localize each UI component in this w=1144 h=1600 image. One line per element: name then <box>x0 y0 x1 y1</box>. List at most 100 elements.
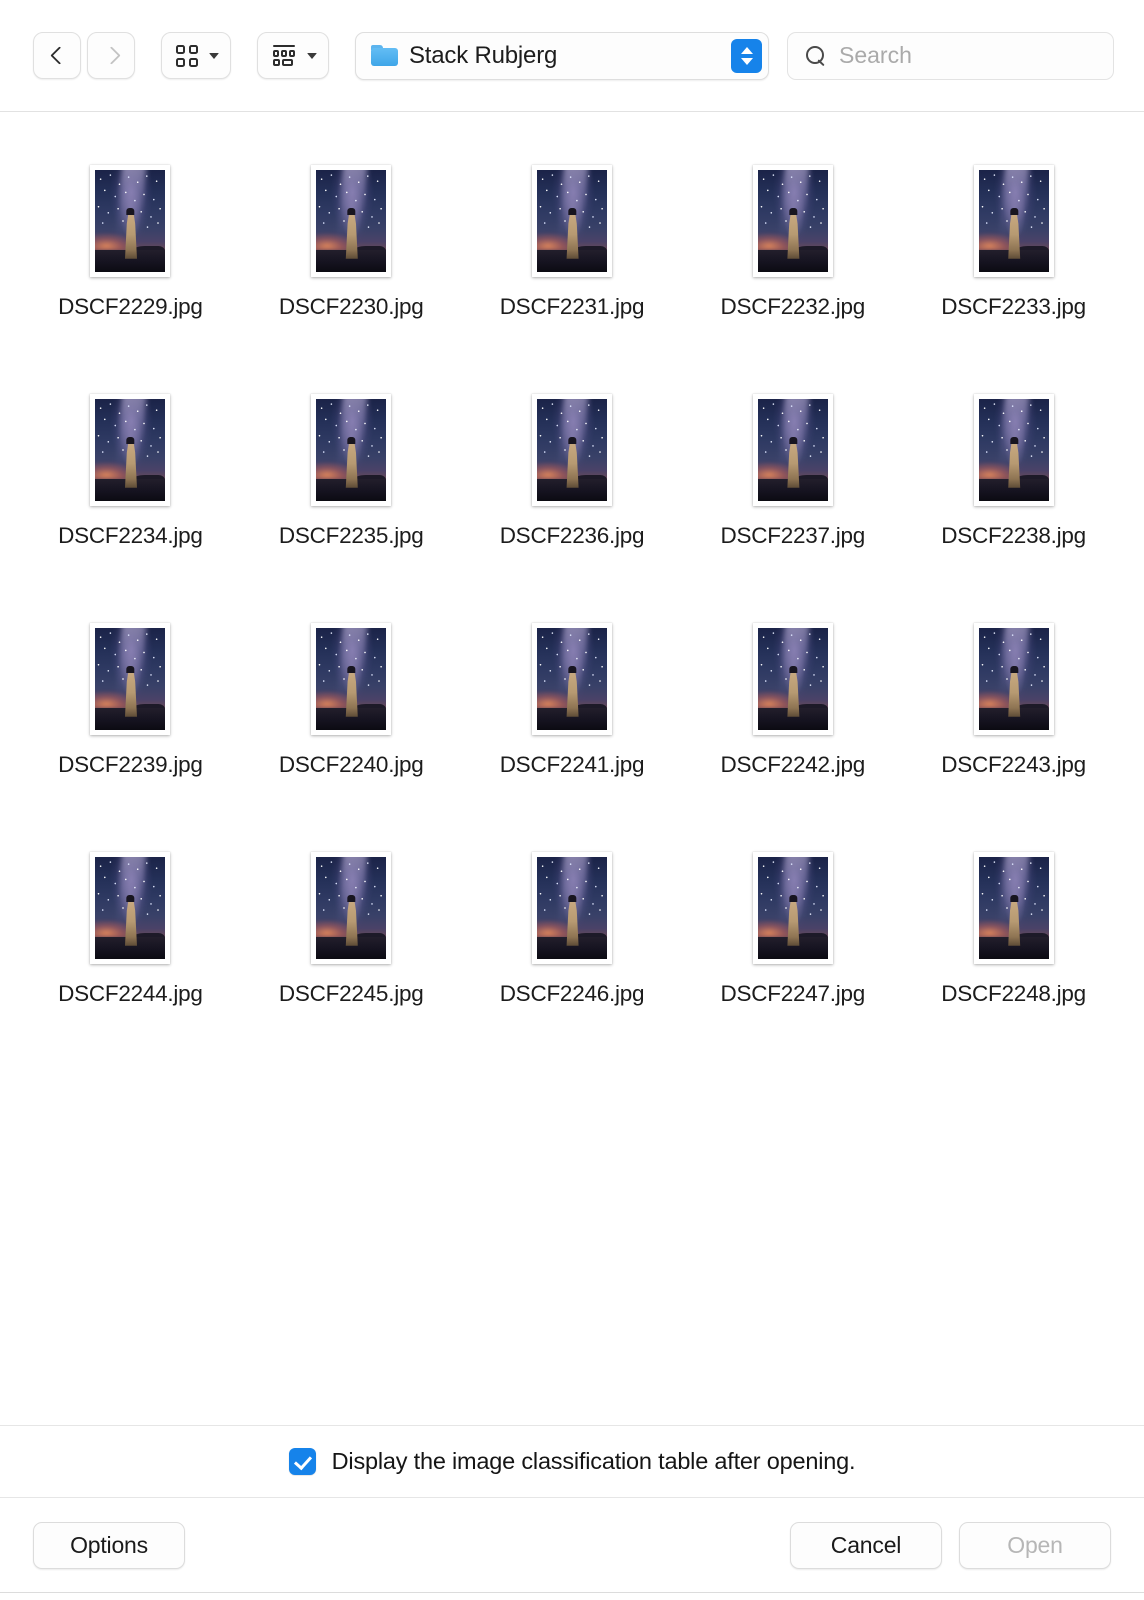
thumbnail-wrap <box>90 608 171 735</box>
file-item[interactable]: DSCF2232.jpg <box>682 150 903 379</box>
back-button[interactable] <box>33 32 81 79</box>
photo-frame <box>311 852 392 964</box>
file-item[interactable]: DSCF2248.jpg <box>903 837 1124 1066</box>
grid-view-icon <box>176 44 198 67</box>
thumbnail-wrap <box>752 150 833 277</box>
accessory-row: Display the image classification table a… <box>0 1425 1144 1497</box>
photo-frame <box>752 852 833 964</box>
milky-way-photo-thumbnail <box>95 857 166 959</box>
search-input[interactable] <box>839 42 1099 69</box>
file-name-label: DSCF2240.jpg <box>278 752 424 777</box>
file-item[interactable]: DSCF2245.jpg <box>241 837 462 1066</box>
milky-way-photo-thumbnail <box>536 399 607 501</box>
file-item[interactable]: DSCF2241.jpg <box>462 608 683 837</box>
file-item[interactable]: DSCF2237.jpg <box>682 379 903 608</box>
file-item[interactable]: DSCF2244.jpg <box>20 837 241 1066</box>
thumbnail-wrap <box>973 150 1054 277</box>
file-item[interactable]: DSCF2233.jpg <box>903 150 1124 379</box>
thumbnail-wrap <box>311 379 392 506</box>
file-name-label: DSCF2235.jpg <box>278 523 424 548</box>
thumbnail-wrap <box>531 379 612 506</box>
file-item[interactable]: DSCF2235.jpg <box>241 379 462 608</box>
photo-frame <box>973 165 1054 277</box>
thumbnail-wrap <box>752 837 833 964</box>
photo-frame <box>973 852 1054 964</box>
file-name-label: DSCF2244.jpg <box>58 981 203 1006</box>
file-open-dialog: Stack Rubjerg DSCF2229.jpgDSCF2230.jpgDS… <box>0 0 1144 1600</box>
group-by-button[interactable] <box>257 32 329 79</box>
file-item[interactable]: DSCF2242.jpg <box>682 608 903 837</box>
photo-frame <box>973 394 1054 506</box>
file-item[interactable]: DSCF2243.jpg <box>903 608 1124 837</box>
options-button[interactable]: Options <box>33 1521 185 1569</box>
file-item[interactable]: DSCF2240.jpg <box>241 608 462 837</box>
file-item[interactable]: DSCF2231.jpg <box>462 150 683 379</box>
dialog-bottom-edge <box>0 1592 1144 1600</box>
file-item[interactable]: DSCF2234.jpg <box>20 379 241 608</box>
cancel-button[interactable]: Cancel <box>790 1521 942 1569</box>
milky-way-photo-thumbnail <box>536 170 607 272</box>
milky-way-photo-thumbnail <box>757 628 828 730</box>
photo-frame <box>531 165 612 277</box>
file-item[interactable]: DSCF2230.jpg <box>241 150 462 379</box>
thumbnail-wrap <box>311 837 392 964</box>
milky-way-photo-thumbnail <box>95 399 166 501</box>
checkbox-label: Display the image classification table a… <box>331 1448 856 1474</box>
file-item[interactable]: DSCF2236.jpg <box>462 379 683 608</box>
file-item[interactable]: DSCF2238.jpg <box>903 379 1124 608</box>
thumbnail-wrap <box>752 379 833 506</box>
file-item[interactable]: DSCF2239.jpg <box>20 608 241 837</box>
milky-way-photo-thumbnail <box>757 857 828 959</box>
photo-frame <box>531 623 612 735</box>
open-button[interactable]: Open <box>959 1521 1111 1569</box>
file-name-label: DSCF2245.jpg <box>278 981 424 1006</box>
search-icon <box>806 45 826 66</box>
file-name-label: DSCF2241.jpg <box>499 752 645 777</box>
path-popup-button[interactable]: Stack Rubjerg <box>355 31 769 80</box>
photo-frame <box>531 852 612 964</box>
thumbnail-wrap <box>752 608 833 735</box>
file-name-label: DSCF2232.jpg <box>720 294 866 319</box>
thumbnail-wrap <box>973 837 1054 964</box>
file-name-label: DSCF2233.jpg <box>941 294 1086 319</box>
thumbnail-wrap <box>531 837 612 964</box>
forward-button[interactable] <box>87 32 135 79</box>
file-item[interactable]: DSCF2229.jpg <box>20 150 241 379</box>
chevron-down-icon <box>209 53 219 59</box>
milky-way-photo-thumbnail <box>536 628 607 730</box>
file-item[interactable]: DSCF2246.jpg <box>462 837 683 1066</box>
file-grid: DSCF2229.jpg DSCF2230.jpg DSCF2231.jpg DSCF… <box>20 150 1124 1066</box>
file-name-label: DSCF2246.jpg <box>499 981 645 1006</box>
file-name-label: DSCF2236.jpg <box>499 523 645 548</box>
file-browser-area[interactable]: DSCF2229.jpg DSCF2230.jpg DSCF2231.jpg DSCF… <box>0 112 1144 1425</box>
file-name-label: DSCF2248.jpg <box>941 981 1086 1006</box>
view-mode-button[interactable] <box>161 32 231 79</box>
milky-way-photo-thumbnail <box>316 170 387 272</box>
thumbnail-wrap <box>90 837 171 964</box>
photo-frame <box>531 394 612 506</box>
file-name-label: DSCF2247.jpg <box>720 981 866 1006</box>
search-field[interactable] <box>787 31 1114 80</box>
file-name-label: DSCF2243.jpg <box>941 752 1086 777</box>
milky-way-photo-thumbnail <box>757 399 828 501</box>
photo-frame <box>90 852 171 964</box>
milky-way-photo-thumbnail <box>95 170 166 272</box>
thumbnail-wrap <box>531 150 612 277</box>
checkbox-checked-icon[interactable] <box>288 1448 316 1475</box>
photo-frame <box>311 394 392 506</box>
file-name-label: DSCF2242.jpg <box>720 752 866 777</box>
photo-frame <box>90 165 171 277</box>
file-name-label: DSCF2234.jpg <box>58 523 203 548</box>
file-item[interactable]: DSCF2247.jpg <box>682 837 903 1066</box>
photo-frame <box>752 165 833 277</box>
display-classification-checkbox-row[interactable]: Display the image classification table a… <box>288 1448 856 1475</box>
up-down-stepper-icon[interactable] <box>731 38 762 73</box>
file-name-label: DSCF2238.jpg <box>941 523 1086 548</box>
file-name-label: DSCF2237.jpg <box>720 523 866 548</box>
thumbnail-wrap <box>531 608 612 735</box>
thumbnail-wrap <box>311 608 392 735</box>
file-name-label: DSCF2230.jpg <box>278 294 424 319</box>
current-folder-label: Stack Rubjerg <box>409 41 558 69</box>
navigation-buttons <box>33 32 135 79</box>
dialog-button-bar: Options Cancel Open <box>0 1497 1144 1592</box>
